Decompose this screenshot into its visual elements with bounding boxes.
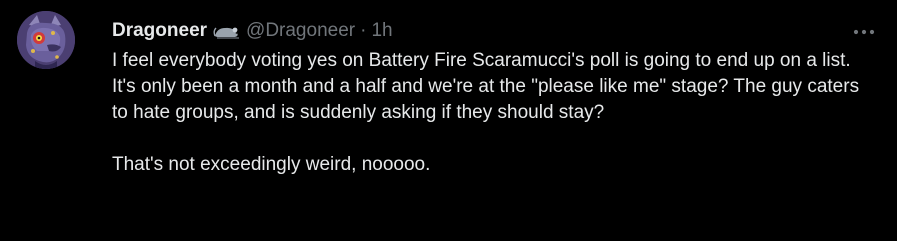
header-separator: · [360, 20, 367, 41]
more-horizontal-icon [853, 29, 875, 35]
tweet-paragraph: That's not exceedingly weird, nooooo. [112, 154, 431, 175]
author-handle[interactable]: @Dragoneer [246, 20, 355, 42]
tweet-text: I feel everybody voting yes on Battery F… [112, 48, 872, 178]
author-display-name[interactable]: Dragoneer [112, 20, 207, 42]
tweet-timestamp[interactable]: 1h [371, 20, 392, 42]
more-options-button[interactable] [847, 20, 881, 44]
dragon-avatar-icon [17, 11, 75, 69]
avatar[interactable] [17, 11, 75, 69]
tweet-header: Dragoneer @Dragoneer · 1h [112, 18, 393, 44]
tweet-paragraph: I feel everybody voting yes on Battery F… [112, 50, 860, 123]
tweet[interactable]: Dragoneer @Dragoneer · 1h I feel everybo… [0, 0, 897, 241]
rat-emoji-icon [213, 22, 241, 40]
